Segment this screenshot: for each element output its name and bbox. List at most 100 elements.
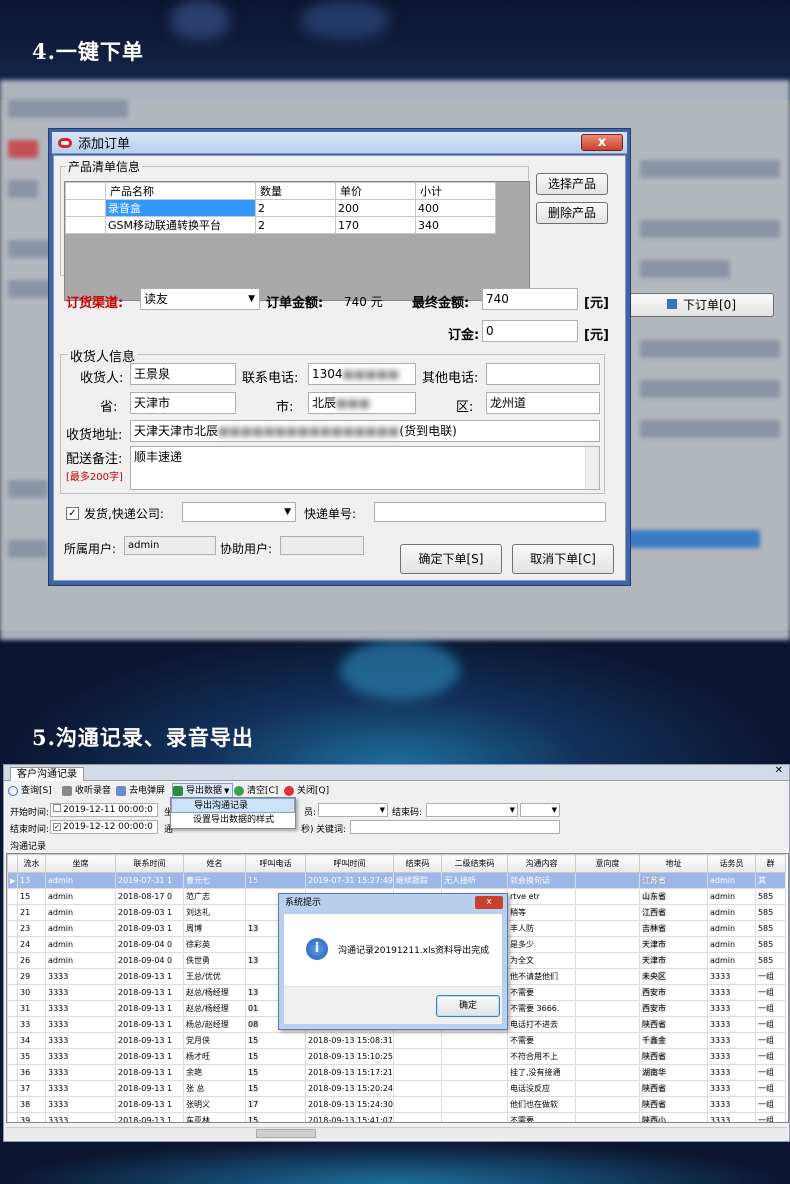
checkbox[interactable]: ✓ — [53, 823, 61, 831]
column-header[interactable]: 沟通内容 — [506, 854, 576, 873]
listen-button[interactable]: 收听录音 — [62, 783, 111, 799]
final-amount-input[interactable]: 740 — [482, 288, 578, 310]
table-cell: admin — [45, 872, 116, 889]
tracking-input[interactable] — [374, 502, 606, 522]
col-subtotal[interactable]: 小计 — [415, 182, 496, 200]
final-amount-label: 最终金额: — [412, 296, 470, 311]
keyword-input[interactable] — [350, 820, 560, 834]
city-input[interactable]: 北辰■■■ — [308, 392, 416, 414]
note-textarea[interactable]: 顺丰速递 — [130, 446, 600, 490]
seconds-label: 秒) — [301, 825, 314, 835]
table-row[interactable]: 37 3333 2018-09-13 1张 总 15 2018-09-13 15:20:… — [7, 1080, 786, 1097]
table-cell: 江西省 — [638, 904, 708, 921]
table-cell: 其 — [754, 872, 786, 889]
column-header[interactable]: 姓名 — [183, 854, 246, 873]
table-row[interactable]: 录音盒 2 200 400 — [65, 199, 496, 217]
cancel-order-button[interactable]: 取消下单[C] — [512, 544, 614, 574]
deposit-input[interactable]: 0 — [482, 320, 578, 342]
column-header[interactable]: 地址 — [638, 854, 708, 873]
message-titlebar[interactable]: 系统提示 x — [279, 894, 507, 912]
scrollbar[interactable] — [585, 447, 599, 489]
close-icon[interactable]: x — [581, 134, 623, 151]
close-icon[interactable]: x — [475, 896, 503, 909]
message-text: 沟通记录20191211.xls资料导出完成 — [338, 946, 490, 956]
address-input[interactable]: 天津天津市北辰■■■■■■■■■■■■■■■■(货到电联) — [130, 420, 600, 442]
table-row[interactable]: 38 3333 2018-09-13 1 张明义 17 2018-09-13 15:24:… — [7, 1096, 786, 1113]
column-header[interactable]: 话务员 — [706, 854, 756, 873]
yuan-unit: [元] — [584, 296, 609, 311]
col-qty[interactable]: 数量 — [255, 182, 336, 200]
table-cell: 电话打不进去 — [506, 1016, 576, 1033]
ship-checkbox[interactable]: ✓ — [66, 507, 79, 520]
table-cell: 杨才旺 — [183, 1048, 246, 1065]
horizontal-scrollbar[interactable] — [6, 1127, 787, 1139]
col-price[interactable]: 单价 — [335, 182, 416, 200]
table-row[interactable]: 35 3333 2018-09-13 1 杨才旺 15 2018-09-13 15:10:… — [7, 1048, 786, 1065]
column-header[interactable]: 意向度 — [574, 854, 640, 873]
export-dropdown-menu: 导出沟通记录 设置导出数据的样式 — [170, 797, 296, 829]
place-order-background-button[interactable]: 下订单[0] — [629, 293, 774, 317]
table-cell: 2018-09-13 15:24:30 — [305, 1096, 394, 1113]
receiver-input[interactable]: 王景泉 — [130, 363, 236, 385]
table-row[interactable]: 39 3333 2018-09-13 1 车亚林 15 2018-09-13 15:41:… — [7, 1112, 786, 1122]
column-header[interactable]: 呼叫电话 — [245, 854, 306, 873]
row-indicator — [7, 1096, 18, 1113]
delete-product-button[interactable]: 删除产品 — [536, 202, 608, 224]
table-cell — [574, 1000, 640, 1017]
column-header[interactable]: 坐席 — [45, 854, 116, 873]
select-product-button[interactable]: 选择产品 — [536, 173, 608, 195]
table-cell: 天津市 — [638, 952, 708, 969]
close-icon[interactable]: ✕ — [775, 765, 783, 776]
table-cell: 2018-09-04 0 — [115, 952, 184, 969]
column-header[interactable]: 呼叫时间 — [305, 854, 394, 873]
table-row[interactable]: ▶ 13 admin 2019-07-31 1 曹元七 15 2019-07-31 15:2… — [7, 872, 786, 889]
products-grid[interactable]: 产品名称 数量 单价 小计 录音盒 2 200 400 GSM移动联通转换平台 2 170 340 — [64, 181, 530, 301]
table-cell: 陕西省 — [638, 1016, 708, 1033]
menu-item-export-records[interactable]: 导出沟通记录 — [171, 798, 295, 813]
assist-input[interactable] — [280, 536, 364, 555]
start-time-input[interactable]: 2019-12-11 00:00:0 — [50, 803, 158, 817]
table-cell: 陕西省 — [638, 1080, 708, 1097]
other-phone-input[interactable] — [486, 363, 600, 385]
column-header[interactable]: 结束码 — [392, 854, 442, 873]
endcode-select[interactable]: ▼ — [426, 803, 518, 817]
table-cell: admin — [45, 952, 116, 969]
column-header[interactable]: 群 — [754, 854, 786, 873]
column-header[interactable]: 联系时间 — [115, 854, 184, 873]
decor-glow — [300, 0, 390, 40]
province-label: 省: — [100, 400, 118, 415]
table-cell — [574, 1064, 640, 1081]
channel-select[interactable]: 读友 ▼ — [140, 288, 260, 310]
district-input[interactable]: 龙州道 — [486, 392, 600, 414]
table-cell: 不需要 — [506, 984, 576, 1001]
table-cell — [392, 1112, 442, 1122]
province-input[interactable]: 天津市 — [130, 392, 236, 414]
table-cell: 585 — [754, 888, 786, 905]
column-header[interactable]: 二级结束码 — [440, 854, 508, 873]
courier-select[interactable]: ▼ — [182, 502, 296, 522]
table-cell: 36 — [17, 1064, 46, 1081]
dialog-titlebar[interactable]: 添加订单 x — [52, 132, 627, 154]
endcode2-select[interactable]: ▼ — [520, 803, 560, 817]
ok-button[interactable]: 确定 — [436, 995, 500, 1017]
table-cell: 3333 — [706, 1048, 756, 1065]
agent-select[interactable]: ▼ — [318, 803, 388, 817]
scrollbar-thumb[interactable] — [256, 1129, 316, 1138]
table-row[interactable]: 36 3333 2018-09-13 1 余艳 15 2018-09-13 15:17:2… — [7, 1064, 786, 1081]
column-header[interactable]: 流水 — [17, 854, 46, 873]
popup-button[interactable]: 去电弹屏 — [116, 783, 165, 799]
table-row[interactable]: 34 3333 2018-09-13 1 党月侠 15 2018-09-13 15:08:… — [7, 1032, 786, 1049]
message-body: i 沟通记录20191211.xls资料导出完成 确定 — [284, 914, 502, 1024]
confirm-order-button[interactable]: 确定下单[S] — [400, 544, 502, 574]
menu-item-export-style[interactable]: 设置导出数据的样式 — [171, 813, 295, 828]
checkbox[interactable] — [53, 804, 61, 812]
table-cell — [440, 1048, 508, 1065]
end-time-input[interactable]: ✓ 2019-12-12 00:00:0 — [50, 820, 158, 834]
phone-input[interactable]: 1304■■■■■ — [308, 363, 416, 385]
table-row[interactable]: GSM移动联通转换平台 2 170 340 — [65, 216, 496, 234]
owner-input[interactable]: admin — [124, 536, 216, 555]
query-button[interactable]: 查询[S] — [8, 783, 52, 799]
col-name[interactable]: 产品名称 — [105, 182, 256, 200]
tab-comm-records[interactable]: 客户沟通记录 — [10, 767, 84, 781]
table-cell — [574, 936, 640, 953]
